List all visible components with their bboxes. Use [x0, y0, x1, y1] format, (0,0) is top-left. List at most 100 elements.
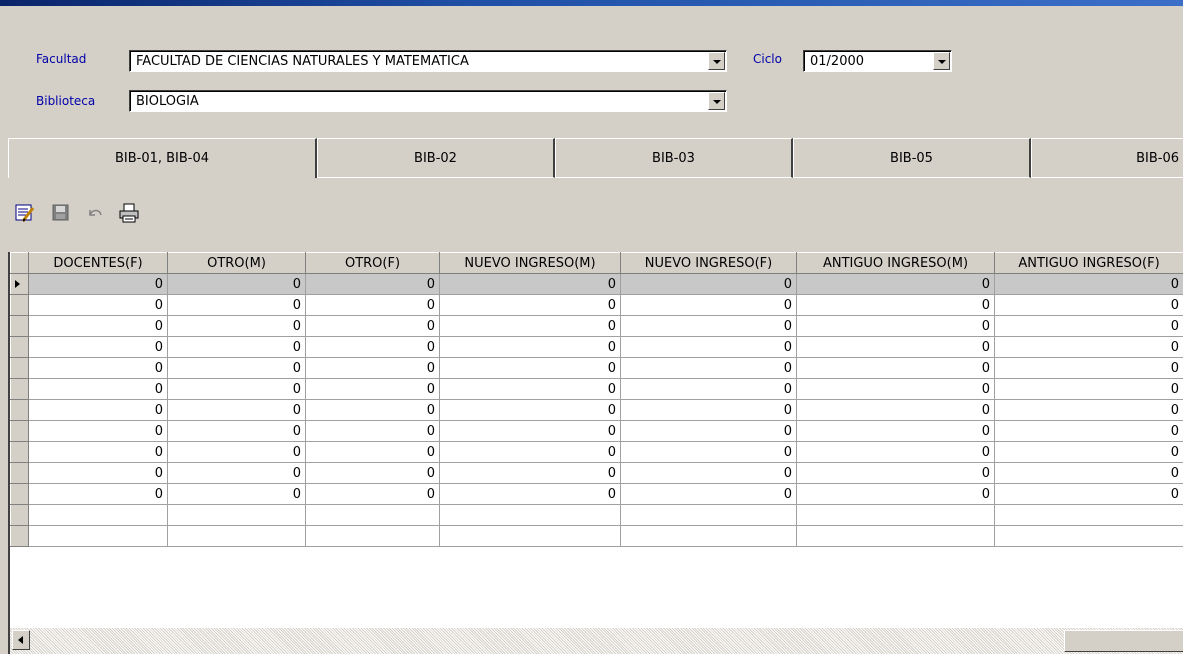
grid-cell[interactable]: 0: [439, 336, 621, 358]
scroll-left-button[interactable]: [12, 630, 30, 650]
grid-cell[interactable]: 0: [796, 462, 995, 484]
tab-bib-02[interactable]: BIB-02: [317, 138, 555, 178]
grid-cell[interactable]: 0: [796, 399, 995, 421]
grid-cell[interactable]: 0: [305, 420, 440, 442]
grid-cell[interactable]: 0: [305, 315, 440, 337]
row-selector[interactable]: [10, 378, 29, 400]
table-row[interactable]: 0000000: [10, 399, 1183, 421]
grid-cell[interactable]: 0: [167, 294, 306, 316]
grid-cell[interactable]: 0: [439, 273, 621, 295]
row-selector[interactable]: [10, 336, 29, 358]
grid-cell[interactable]: 0: [305, 378, 440, 400]
row-selector[interactable]: [10, 273, 29, 295]
grid-cell[interactable]: 0: [994, 378, 1183, 400]
grid-cell[interactable]: 0: [167, 399, 306, 421]
grid-cell[interactable]: 0: [28, 399, 168, 421]
grid-cell[interactable]: 0: [620, 294, 797, 316]
grid-cell[interactable]: [167, 504, 306, 526]
row-selector[interactable]: [10, 462, 29, 484]
edit-icon[interactable]: [14, 202, 36, 224]
tab-bib-06[interactable]: BIB-06: [1031, 138, 1183, 178]
column-header[interactable]: NUEVO INGRESO(M): [439, 252, 621, 274]
tab-bib-03[interactable]: BIB-03: [555, 138, 793, 178]
grid-cell[interactable]: 0: [994, 294, 1183, 316]
grid-cell[interactable]: 0: [796, 294, 995, 316]
horizontal-scrollbar[interactable]: [8, 628, 1183, 654]
grid-cell[interactable]: 0: [994, 483, 1183, 505]
print-icon[interactable]: [118, 202, 140, 224]
grid-cell[interactable]: 0: [796, 420, 995, 442]
biblioteca-dropdown-button[interactable]: [708, 92, 725, 110]
undo-icon[interactable]: [84, 202, 106, 224]
column-header[interactable]: DOCENTES(F): [28, 252, 168, 274]
grid-cell[interactable]: [167, 525, 306, 547]
row-selector[interactable]: [10, 294, 29, 316]
grid-cell[interactable]: 0: [439, 378, 621, 400]
grid-cell[interactable]: 0: [28, 441, 168, 463]
grid-cell[interactable]: 0: [439, 315, 621, 337]
grid-cell[interactable]: 0: [167, 483, 306, 505]
table-row[interactable]: 0000000: [10, 441, 1183, 463]
grid-cell[interactable]: [994, 504, 1183, 526]
column-header[interactable]: NUEVO INGRESO(F): [620, 252, 797, 274]
row-selector[interactable]: [10, 441, 29, 463]
grid-cell[interactable]: [28, 504, 168, 526]
grid-cell[interactable]: 0: [994, 399, 1183, 421]
row-selector[interactable]: [10, 504, 29, 526]
facultad-combo[interactable]: FACULTAD DE CIENCIAS NATURALES Y MATEMAT…: [129, 50, 727, 72]
grid-cell[interactable]: 0: [167, 441, 306, 463]
grid-cell[interactable]: 0: [167, 315, 306, 337]
grid-cell[interactable]: 0: [796, 336, 995, 358]
grid-cell[interactable]: 0: [994, 441, 1183, 463]
grid-cell[interactable]: 0: [796, 378, 995, 400]
grid-cell[interactable]: [439, 525, 621, 547]
table-row[interactable]: [10, 525, 1183, 547]
table-row[interactable]: 0000000: [10, 483, 1183, 505]
grid-cell[interactable]: [439, 504, 621, 526]
grid-cell[interactable]: 0: [994, 462, 1183, 484]
grid-cell[interactable]: 0: [994, 273, 1183, 295]
table-row[interactable]: 0000000: [10, 378, 1183, 400]
column-header[interactable]: OTRO(F): [305, 252, 440, 274]
grid-cell[interactable]: [620, 525, 797, 547]
grid-cell[interactable]: 0: [620, 315, 797, 337]
grid-cell[interactable]: 0: [620, 378, 797, 400]
table-row[interactable]: 0000000: [10, 357, 1183, 379]
table-row[interactable]: 0000000: [10, 273, 1183, 295]
grid-cell[interactable]: 0: [28, 357, 168, 379]
grid-cell[interactable]: 0: [620, 462, 797, 484]
grid-cell[interactable]: 0: [439, 357, 621, 379]
facultad-dropdown-button[interactable]: [708, 52, 725, 70]
row-selector[interactable]: [10, 399, 29, 421]
grid-cell[interactable]: 0: [796, 273, 995, 295]
grid-cell[interactable]: 0: [439, 483, 621, 505]
grid-cell[interactable]: 0: [620, 336, 797, 358]
grid-cell[interactable]: 0: [305, 399, 440, 421]
grid-cell[interactable]: [305, 525, 440, 547]
biblioteca-combo[interactable]: BIOLOGIA: [129, 90, 727, 112]
column-header[interactable]: ANTIGUO INGRESO(M): [796, 252, 995, 274]
row-selector[interactable]: [10, 483, 29, 505]
grid-cell[interactable]: 0: [28, 483, 168, 505]
table-row[interactable]: 0000000: [10, 420, 1183, 442]
grid-cell[interactable]: 0: [620, 357, 797, 379]
ciclo-dropdown-button[interactable]: [933, 52, 950, 70]
grid-cell[interactable]: 0: [620, 441, 797, 463]
grid-cell[interactable]: 0: [28, 273, 168, 295]
grid-cell[interactable]: 0: [994, 315, 1183, 337]
grid-cell[interactable]: 0: [167, 273, 306, 295]
grid-cell[interactable]: [305, 504, 440, 526]
row-selector[interactable]: [10, 525, 29, 547]
grid-cell[interactable]: 0: [994, 420, 1183, 442]
grid-cell[interactable]: 0: [796, 441, 995, 463]
grid-cell[interactable]: 0: [305, 357, 440, 379]
grid-cell[interactable]: 0: [167, 357, 306, 379]
grid-cell[interactable]: [994, 525, 1183, 547]
grid-cell[interactable]: [796, 504, 995, 526]
ciclo-combo[interactable]: 01/2000: [803, 50, 952, 72]
grid-cell[interactable]: 0: [439, 420, 621, 442]
table-row[interactable]: 0000000: [10, 315, 1183, 337]
data-grid[interactable]: DOCENTES(F) OTRO(M) OTRO(F) NUEVO INGRES…: [8, 252, 1183, 628]
grid-cell[interactable]: 0: [796, 315, 995, 337]
grid-cell[interactable]: [796, 525, 995, 547]
